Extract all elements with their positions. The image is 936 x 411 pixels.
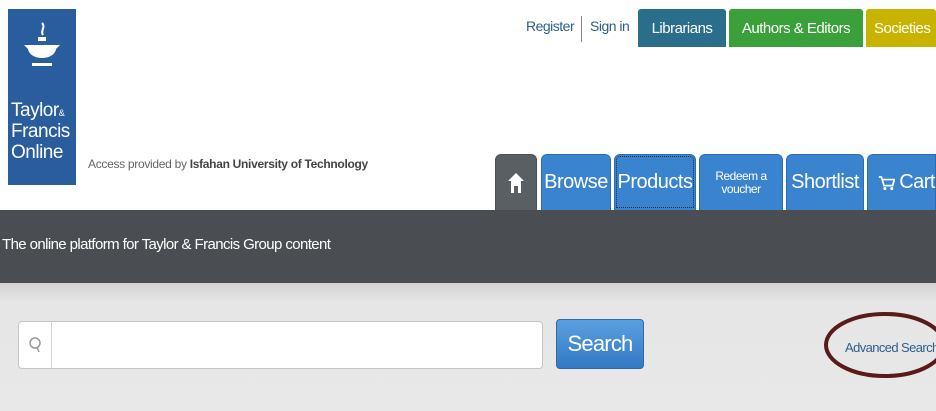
- librarians-button[interactable]: Librarians: [638, 9, 726, 47]
- search-icon: [19, 322, 52, 368]
- tab-products[interactable]: Products: [614, 154, 696, 210]
- access-provided-text: Access provided by Isfahan University of…: [88, 157, 368, 171]
- logo-text-line1: Taylor&: [11, 100, 65, 121]
- tab-products-label: Products: [617, 171, 693, 193]
- sign-in-link[interactable]: Sign in: [590, 18, 630, 34]
- search-input[interactable]: [53, 328, 537, 364]
- lamp-icon: [24, 22, 60, 66]
- tab-browse[interactable]: Browse: [541, 154, 611, 210]
- search-section: Search Advanced Search: [0, 283, 936, 411]
- home-icon: [508, 172, 524, 193]
- link-divider: [581, 16, 582, 42]
- search-button[interactable]: Search: [556, 319, 644, 369]
- institution-name: Isfahan University of Technology: [189, 157, 369, 171]
- tab-shortlist-label: Shortlist: [791, 171, 859, 193]
- authors-editors-button[interactable]: Authors & Editors: [729, 9, 863, 47]
- search-box[interactable]: [18, 321, 543, 369]
- logo-text-line2: Francis: [11, 121, 70, 142]
- tab-shortlist[interactable]: Shortlist: [786, 154, 864, 210]
- platform-banner: The online platform for Taylor & Francis…: [0, 210, 936, 283]
- tab-redeem-label: Redeem a voucher: [715, 168, 767, 196]
- highlight-ellipse: [824, 312, 936, 378]
- societies-button[interactable]: Societies: [866, 9, 936, 47]
- tab-browse-label: Browse: [544, 171, 608, 193]
- tab-redeem-voucher[interactable]: Redeem a voucher: [699, 154, 783, 210]
- site-logo[interactable]: Taylor& Francis Online: [8, 9, 76, 185]
- tab-home[interactable]: [495, 154, 537, 210]
- register-link[interactable]: Register: [526, 18, 575, 34]
- tab-cart-label: Cart: [899, 171, 935, 193]
- logo-text-line3: Online: [11, 142, 63, 163]
- cart-icon: [878, 175, 896, 190]
- platform-tagline: The online platform for Taylor & Francis…: [2, 236, 331, 253]
- tab-cart[interactable]: Cart: [867, 154, 936, 210]
